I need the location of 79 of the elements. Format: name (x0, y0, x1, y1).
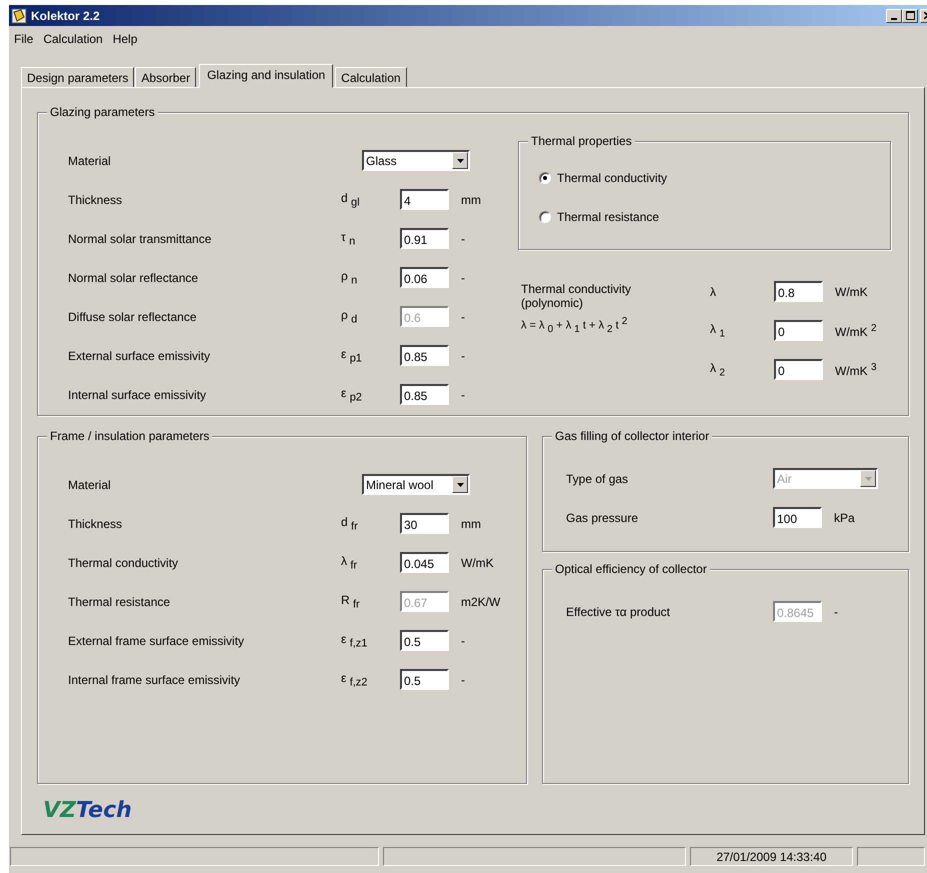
caret-icon (456, 158, 464, 162)
unit-label: W/mK (835, 284, 868, 298)
unit-label: - (461, 310, 465, 324)
menu-item[interactable]: Help (108, 32, 142, 46)
input-field[interactable]: 0 (774, 359, 823, 380)
minimize-button[interactable] (886, 8, 902, 22)
field-label: Thermal conductivity (68, 556, 180, 570)
logo: VZTech (43, 798, 132, 823)
input-field[interactable]: 0.85 (400, 345, 449, 366)
input-field[interactable]: 100 (773, 507, 822, 528)
menu-item[interactable]: Calculation (38, 32, 108, 46)
unit-label: W/mK (461, 556, 494, 570)
input-field[interactable]: 4 (400, 189, 449, 210)
field-label: Thermal conductivity (polynomic) (521, 282, 632, 310)
input-field[interactable]: 30 (400, 513, 449, 534)
field-label: External surface emissivity (68, 348, 212, 362)
field-label: Normal solar transmittance (68, 232, 212, 246)
minimize-icon (891, 18, 897, 20)
unit-label: - (461, 232, 465, 246)
menu-item[interactable]: File (9, 32, 38, 46)
field-label: Effective τα product (566, 604, 672, 618)
window-title: Kolektor 2.2 (31, 8, 101, 22)
status-panel (857, 847, 925, 866)
group-title: Gas filling of collector interior (552, 429, 712, 443)
input-field[interactable]: 0.8 (774, 281, 823, 302)
field-label: External frame surface emissivity (68, 634, 246, 648)
symbol-label: λ (710, 284, 717, 298)
unit-label: - (461, 270, 465, 284)
radio-button[interactable] (539, 172, 551, 184)
maximize-button[interactable] (902, 8, 918, 22)
field-label: Gas pressure (566, 510, 640, 524)
maximize-icon (906, 11, 914, 20)
field-label: Internal surface emissivity (68, 388, 208, 402)
input-field[interactable]: 0.5 (400, 630, 449, 651)
field-label: Internal frame surface emissivity (68, 672, 242, 686)
unit-label: W/mK $^{3}$ (835, 362, 877, 378)
field-label: Diffuse solar reflectance (68, 310, 198, 324)
dropdown[interactable]: Glass (362, 150, 470, 171)
group-title: Thermal properties (528, 134, 635, 148)
unit-label: mm (461, 192, 481, 206)
input-field[interactable]: 0.06 (400, 267, 449, 288)
input-field[interactable]: 0.045 (400, 552, 449, 573)
radio-label[interactable]: Thermal resistance (557, 210, 660, 224)
field-label: Thermal resistance (68, 594, 172, 608)
unit-label: mm (461, 516, 481, 530)
radio-button[interactable] (539, 210, 551, 222)
radio-label[interactable]: Thermal conductivity (557, 170, 668, 184)
group-title: Frame / insulation parameters (47, 429, 212, 443)
symbol-label: λ $_{1}$ (710, 322, 726, 340)
tab[interactable]: Calculation (335, 67, 407, 88)
group-title: Optical efficiency of collector (552, 562, 710, 576)
tab[interactable]: Absorber (135, 67, 196, 88)
status-panel: 27/01/2009 14:33:40 (690, 847, 853, 866)
unit-label: m2K/W (461, 594, 500, 608)
unit-label: - (461, 672, 465, 686)
input-field[interactable]: 0 (774, 320, 823, 341)
unit-label: - (834, 604, 838, 618)
symbol-label: λ $_{2}$ (710, 360, 726, 378)
unit-label: W/mK $^{2}$ (835, 322, 877, 338)
input-field[interactable]: 0.91 (400, 228, 449, 249)
caret-icon (456, 482, 464, 486)
unit-label: - (461, 388, 465, 402)
tab[interactable]: Glazing and insulation (199, 64, 334, 88)
dropdown[interactable]: Mineral wool (362, 474, 470, 495)
app-icon (11, 8, 27, 24)
unit-label: - (461, 348, 465, 362)
field-label: Material (68, 478, 112, 492)
unit-label: - (461, 634, 465, 648)
input-field[interactable]: 0.85 (400, 384, 449, 405)
group-title: Glazing parameters (47, 105, 158, 119)
field-label: Thickness (68, 192, 124, 206)
input-field[interactable]: 0.5 (400, 669, 449, 690)
tab[interactable]: Design parameters (21, 67, 134, 88)
field-label: Thickness (68, 516, 124, 530)
field-label: Material (68, 154, 112, 168)
field-label: Normal solar reflectance (68, 270, 200, 284)
field-label: Type of gas (566, 472, 630, 486)
caret-icon (864, 476, 872, 480)
unit-label: kPa (834, 510, 855, 524)
